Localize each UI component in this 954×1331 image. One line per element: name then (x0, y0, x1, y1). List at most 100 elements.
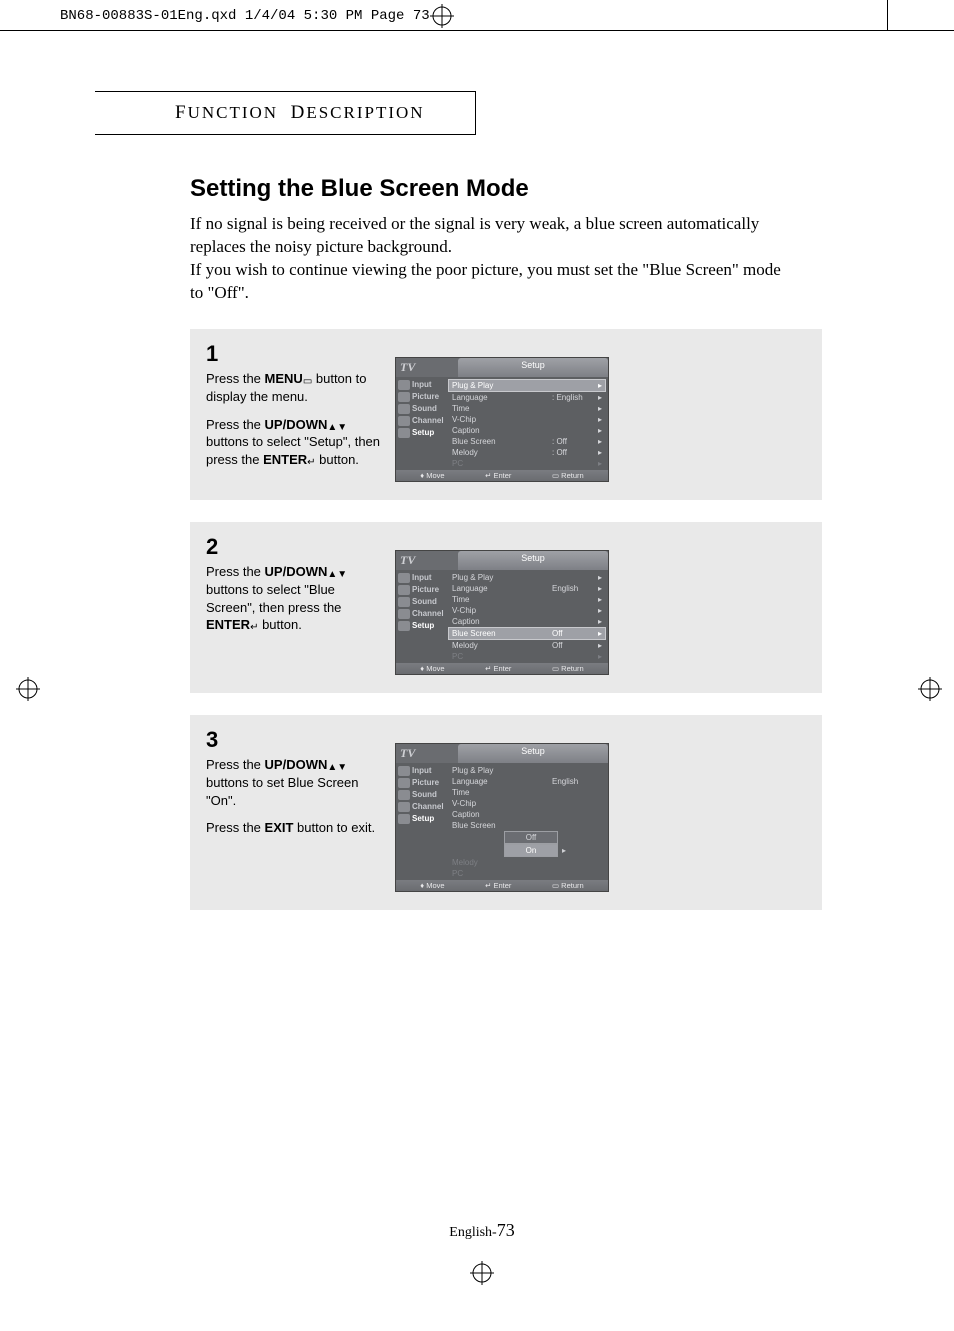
tv-side-item: Setup (398, 620, 446, 632)
tv-side-label: Sound (412, 790, 437, 799)
tv-body: InputPictureSoundChannelSetupPlug & Play… (396, 377, 608, 470)
tv-row-label: Language (452, 776, 552, 787)
tv-menu-row: Melody (448, 857, 606, 868)
tv-row-label: Melody (452, 857, 552, 868)
tv-row-value (552, 868, 594, 879)
content: Setting the Blue Screen Mode If no signa… (190, 175, 864, 910)
header-vline (887, 0, 888, 30)
tv-row-label: Plug & Play (452, 765, 552, 776)
step-paragraph: Press the MENU▭ button to display the me… (206, 370, 381, 405)
tv-logo: TV (396, 744, 458, 763)
tv-row-value: English (552, 583, 594, 594)
chevron-right-icon: ▸ (594, 640, 602, 651)
section-title-box: FUNCTION DESCRIPTION (95, 91, 476, 135)
side-icon (398, 416, 410, 426)
tv-footer: ♦ Move↵ Enter▭ Return (396, 663, 608, 674)
tv-row-label: Language (452, 583, 552, 594)
side-icon (398, 585, 410, 595)
chevron-right-icon (594, 809, 602, 820)
step-text: 1Press the MENU▭ button to display the m… (206, 339, 381, 482)
tv-row-value (552, 380, 594, 391)
tv-body: InputPictureSoundChannelSetup Plug & Play… (396, 763, 608, 880)
tv-side-label: Channel (412, 416, 444, 425)
chevron-right-icon (594, 787, 602, 798)
chevron-right-icon: ▸ (594, 583, 602, 594)
tv-row-value (552, 403, 594, 414)
side-icon (398, 790, 410, 800)
chevron-right-icon: ▸ (594, 392, 602, 403)
tv-row-value (552, 787, 594, 798)
tv-menu-row: Time ▸ (448, 403, 606, 414)
tv-row-label: Time (452, 403, 552, 414)
tv-row-value: : Off (552, 447, 594, 458)
tv-row-label: V-Chip (452, 605, 552, 616)
step-number: 2 (206, 532, 381, 562)
tv-menu-row: PC▸ (448, 458, 606, 469)
tv-row-value (552, 798, 594, 809)
tv-sidebar: InputPictureSoundChannelSetup (396, 763, 446, 880)
page: FUNCTION DESCRIPTION Setting the Blue Sc… (0, 31, 954, 1331)
tv-row-label: Melody (452, 447, 552, 458)
tv-side-label: Setup (412, 428, 434, 437)
chevron-right-icon: ▸ (594, 616, 602, 627)
chevron-right-icon: ▸ (594, 628, 602, 639)
step-paragraph: Press the UP/DOWN▲▼ buttons to set Blue … (206, 756, 381, 809)
chevron-right-icon: ▸ (594, 403, 602, 414)
tv-side-label: Sound (412, 404, 437, 413)
header-text: BN68-00883S-01Eng.qxd 1/4/04 5:30 PM Pag… (60, 8, 430, 24)
tv-side-label: Setup (412, 621, 434, 630)
tv-side-item: Sound (398, 403, 446, 415)
tv-title: Setup (458, 551, 608, 570)
tv-foot-enter: ↵ Enter (485, 664, 511, 673)
tv-menu-row: Blue ScreenOff▸ (448, 627, 606, 640)
tv-side-item: Input (398, 572, 446, 584)
tv-menu-row: Blue Screen: Off▸ (448, 436, 606, 447)
up-down-icon: ▲▼ (327, 570, 347, 580)
intro-line2: If you wish to continue viewing the poor… (190, 260, 781, 302)
tv-header: TVSetup (396, 744, 608, 763)
tv-row-value (552, 651, 594, 662)
tv-side-item: Setup (398, 427, 446, 439)
step-paragraph: Press the UP/DOWN▲▼ buttons to select "B… (206, 563, 381, 633)
tv-row-label: Time (452, 787, 552, 798)
tv-side-label: Sound (412, 597, 437, 606)
tv-row-value (552, 414, 594, 425)
up-down-icon: ▲▼ (327, 423, 347, 433)
tv-side-item: Channel (398, 608, 446, 620)
tv-footer: ♦ Move↵ Enter▭ Return (396, 880, 608, 891)
tv-row-label: Language (452, 392, 552, 403)
tv-row-value: Off (552, 640, 594, 651)
tv-side-item: Setup (398, 813, 446, 825)
side-icon (398, 778, 410, 788)
tv-foot-return: ▭ Return (552, 664, 584, 673)
tv-logo: TV (396, 358, 458, 377)
tv-side-label: Input (412, 766, 432, 775)
tv-foot-move: ♦ Move (420, 881, 444, 890)
chevron-right-icon: ▸ (594, 458, 602, 469)
tv-row-value (552, 594, 594, 605)
tv-screenshot: TVSetupInputPictureSoundChannelSetupPlug… (395, 743, 609, 892)
tv-menu-row: Caption (448, 809, 606, 820)
tv-side-label: Channel (412, 609, 444, 618)
tv-side-item: Input (398, 379, 446, 391)
tv-header: TVSetup (396, 551, 608, 570)
tv-side-item: Channel (398, 415, 446, 427)
tv-side-label: Input (412, 380, 432, 389)
tv-row-label: Blue Screen (452, 820, 552, 831)
chevron-right-icon: ▸ (594, 572, 602, 583)
side-icon (398, 573, 410, 583)
side-icon (398, 597, 410, 607)
tv-row-value: Off (552, 628, 594, 639)
tv-header: TVSetup (396, 358, 608, 377)
chevron-right-icon (594, 868, 602, 879)
tv-row-label: Plug & Play (452, 572, 552, 583)
page-number-prefix: English- (449, 1225, 496, 1240)
tv-option: Off (504, 831, 558, 844)
tv-menu-row: PC (448, 868, 606, 879)
side-icon (398, 766, 410, 776)
tv-body: InputPictureSoundChannelSetupPlug & Play… (396, 570, 608, 663)
crop-mark-bottom (100, 1261, 864, 1291)
tv-menu-row: V-Chip▸ (448, 414, 606, 425)
enter-icon: ↵ (307, 458, 315, 468)
tv-side-item: Picture (398, 391, 446, 403)
